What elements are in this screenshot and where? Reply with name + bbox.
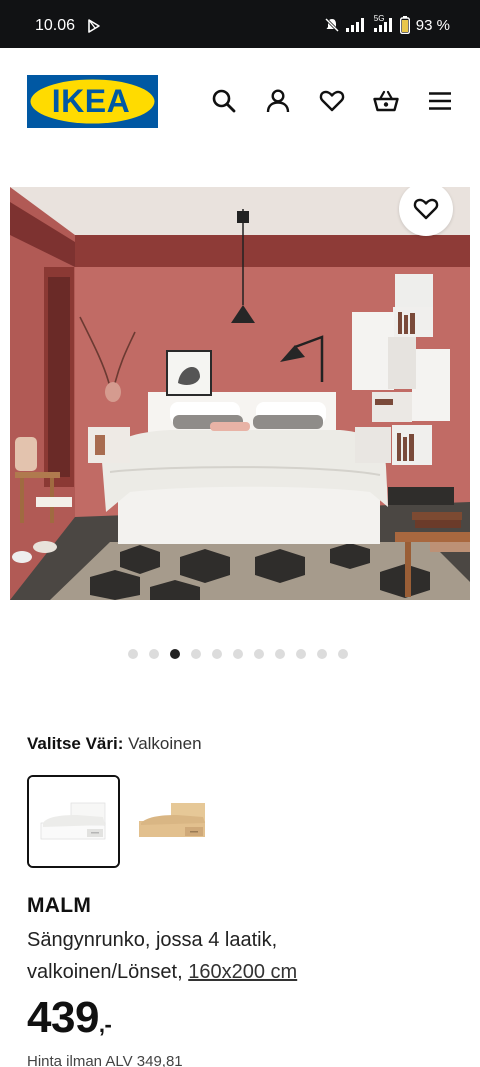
status-indicators: 5G 93 % [324,14,450,35]
selected-color-value: Valkoinen [128,734,202,753]
battery-icon [399,16,410,34]
site-header: IKEA [0,48,480,152]
battery-percent: 93 % [415,16,450,34]
carousel-dot[interactable] [233,649,243,659]
heart-icon[interactable] [319,88,345,114]
logo-text: IKEA [52,83,130,119]
status-time: 10.06 [35,17,76,34]
carousel-dot[interactable] [317,649,327,659]
network-tag: 5G [373,14,385,23]
ikea-logo[interactable]: IKEA [27,75,158,128]
bedroom-photo [10,187,470,600]
price-suffix: ,- [98,1012,112,1037]
carousel-dot[interactable] [212,649,222,659]
carousel-dot[interactable] [338,649,348,659]
carousel-dot[interactable] [296,649,306,659]
carousel-dot[interactable] [149,649,159,659]
color-selection-heading: Valitse Väri: Valkoinen [27,734,202,754]
price-excluding-vat: Hinta ilman ALV 349,81 [27,1053,183,1067]
product-description-line2: valkoinen/Lönset, [27,961,183,983]
carousel-dot[interactable] [275,649,285,659]
carousel-dot-active[interactable] [170,649,180,659]
mute-icon [324,17,339,33]
white-bed-thumbnail [29,777,118,866]
product-description: Sängynrunko, jossa 4 laatik, valkoinen/L… [27,924,457,988]
product-description-line1: Sängynrunko, jossa 4 laatik, [27,929,278,951]
product-price: 439,- [27,993,112,1043]
carousel-dot[interactable] [254,649,264,659]
status-bar: 10.06 5G 93 % [0,0,480,48]
account-icon[interactable] [265,88,291,114]
play-store-icon [88,19,100,33]
oak-bed-thumbnail [127,777,216,866]
carousel-dot[interactable] [128,649,138,659]
basket-icon[interactable] [373,88,399,114]
search-icon[interactable] [211,88,237,114]
signal-5g: 5G [372,14,394,32]
color-option-white[interactable] [27,775,120,868]
price-main: 439 [27,993,99,1042]
color-option-oak[interactable] [125,775,218,868]
color-selection-label: Valitse Väri: [27,734,124,753]
header-actions [211,88,453,114]
signal-icon [345,18,364,32]
product-hero-image[interactable] [10,187,470,600]
menu-icon[interactable] [427,88,453,114]
product-size-link[interactable]: 160x200 cm [188,961,297,983]
carousel-dot[interactable] [191,649,201,659]
image-carousel-indicator [128,649,348,659]
heart-icon [413,198,439,220]
product-name: MALM [27,894,92,917]
